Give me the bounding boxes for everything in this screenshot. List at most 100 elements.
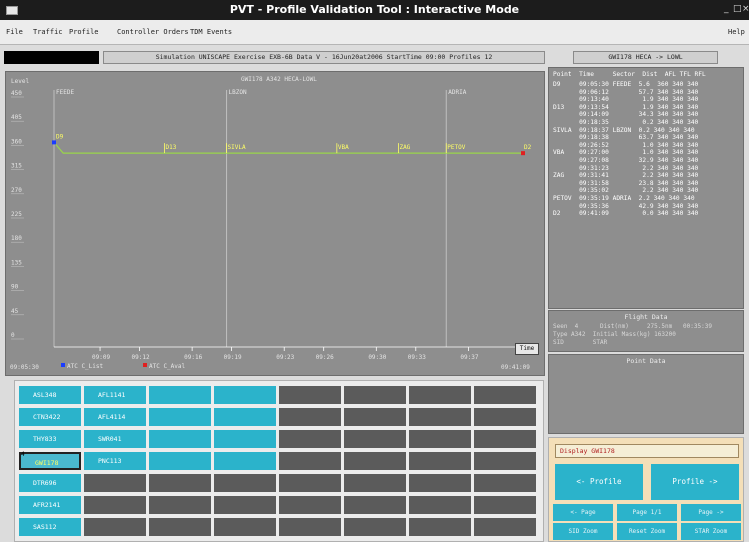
empty-slot [474,408,536,426]
y-tick-label: 180 [11,235,22,242]
table-row[interactable]: 09:06:12 57.7 340 340 340 [553,89,698,96]
y-tick-label: 0 [11,332,15,339]
window-titlebar: PVT - Profile Validation Tool : Interact… [0,0,749,20]
callsign-button[interactable]: SAS112 [19,518,81,536]
menu-profile[interactable]: Profile [69,28,99,36]
table-row[interactable]: 09:26:52 1.0 340 340 340 [553,142,698,149]
table-row[interactable]: D13 09:13:54 1.9 340 340 340 [553,104,698,111]
callsign-button[interactable]: THY833 [19,430,81,448]
table-header: Point Time Sector Dist AFL TFL RFL [553,71,706,78]
callsign-button[interactable]: DTR696 [19,474,81,492]
empty-slot [84,496,146,514]
empty-slot [214,496,276,514]
menu-file[interactable]: File [6,28,23,36]
empty-slot [279,386,341,404]
point-data-title: Point Data [626,357,666,365]
empty-slot [474,518,536,536]
waypoint-label: D2 [524,144,532,151]
table-row[interactable]: D2 09:41:09 0.0 340 340 340 [553,210,698,217]
empty-slot [474,474,536,492]
table-row[interactable]: 09:18:35 0.2 340 340 340 [553,119,698,126]
next-profile-button[interactable]: Profile -> [651,464,739,500]
empty-slot [474,452,536,470]
empty-slot [344,408,406,426]
simulation-info-bar: Simulation UNISCAPE Exercise EXB-6B Data… [103,51,545,64]
sid-zoom-button[interactable]: SID Zoom [553,523,613,540]
x-tick-label: 09:37 [460,354,478,361]
x-tick-label: 09:33 [408,354,426,361]
next-page-button[interactable]: Page -> [681,504,741,521]
reset-zoom-button[interactable]: Reset Zoom [617,523,677,540]
end-time-label: 09:41:09 [501,364,530,371]
empty-slot [149,518,211,536]
empty-slot [279,474,341,492]
page-indicator: Page 1/1 [617,504,677,521]
menu-help[interactable]: Help [728,28,745,36]
callsign-button[interactable]: AFL1141 [84,386,146,404]
profile-controls: Display GWI178 <- Profile Profile -> <- … [548,437,744,542]
callsign-grid: ASL348 AFL1141 CTN3422 AFL4114 THY833 SWR041 G… [14,380,544,542]
x-tick-label: 09:12 [132,354,150,361]
time-button[interactable]: Time [515,343,539,355]
empty-slot [84,518,146,536]
chart-title: GWI178 A342 HECA-LOWL [241,76,317,83]
callsign-button[interactable]: CTN3422 [19,408,81,426]
empty-slot [409,408,471,426]
callsign-button[interactable]: AFL4114 [84,408,146,426]
empty-slot [214,430,276,448]
sector-label: FEEDE [56,89,74,96]
table-row[interactable]: SIVLA 09:18:37 LBZON 0.2 340 340 340 [553,127,695,134]
prev-page-button[interactable]: <- Page [553,504,613,521]
y-axis-label: Level [11,78,29,85]
table-row[interactable]: VBA 09:27:00 1.0 340 340 340 [553,149,698,156]
y-tick-label: 225 [11,211,22,218]
star-zoom-button[interactable]: STAR Zoom [681,523,741,540]
waypoint-label: D9 [56,133,64,140]
table-row[interactable]: 09:27:08 32.9 340 340 340 [553,157,698,164]
table-row[interactable]: 09:31:58 23.8 340 340 340 [553,180,698,187]
prev-profile-button[interactable]: <- Profile [555,464,643,500]
y-tick-label: 315 [11,163,22,170]
menu-tdm-events[interactable]: TDM Events [190,28,232,36]
maximize-icon[interactable]: □ [733,4,742,14]
profile-table[interactable]: Point Time Sector Dist AFL TFL RFL D9 09… [548,67,744,309]
legend-list-swatch [61,363,65,367]
callsign-button[interactable]: SWR041 [84,430,146,448]
start-marker [52,140,56,145]
table-row[interactable]: 09:35:36 42.9 340 340 340 [553,203,698,210]
x-tick-label: 09:23 [276,354,294,361]
empty-slot [344,496,406,514]
empty-slot [279,430,341,448]
profile-chart[interactable]: Level GWI178 A342 HECA-LOWL 0 45 90 135 180 2… [5,71,545,376]
point-data-panel: Point Data [548,354,744,434]
menu-traffic[interactable]: Traffic [33,28,63,36]
y-tick-label: 360 [11,138,22,145]
empty-slot [409,496,471,514]
callsign-button[interactable]: ASL348 [19,386,81,404]
table-row[interactable]: 09:31:23 2.2 340 340 340 [553,165,698,172]
table-row[interactable]: 09:35:02 2.2 340 340 340 [553,187,698,194]
callsign-button[interactable]: GWI178 [19,452,81,470]
status-indicator [4,51,99,64]
callsign-button[interactable]: PNC113 [84,452,146,470]
empty-slot [214,386,276,404]
legend-aval-swatch [143,363,147,367]
table-row[interactable]: D9 09:05:30 FEEDE 5.6 360 340 340 [553,81,698,88]
empty-slot [344,518,406,536]
table-row[interactable]: 09:14:09 34.3 340 340 340 [553,111,698,118]
empty-slot [344,452,406,470]
empty-slot [409,474,471,492]
callsign-button[interactable]: AFR2141 [19,496,81,514]
table-row[interactable]: 09:13:40 1.9 340 340 340 [553,96,698,103]
empty-slot [474,496,536,514]
close-icon[interactable]: × [742,4,749,14]
menu-controller-orders[interactable]: Controller Orders [117,28,189,36]
table-row[interactable]: 09:18:38 63.7 340 340 340 [553,134,698,141]
profile-chart-svg: Level GWI178 A342 HECA-LOWL 0 45 90 135 180 2… [10,76,532,371]
x-tick-label: 09:19 [224,354,242,361]
empty-slot [279,408,341,426]
table-row[interactable]: ZAG 09:31:41 2.2 340 340 340 [553,172,698,179]
empty-slot [409,386,471,404]
minimize-icon[interactable]: _ [724,4,729,14]
table-row[interactable]: PETOV 09:35:19 ADRIA 2.2 340 340 340 [553,195,695,202]
